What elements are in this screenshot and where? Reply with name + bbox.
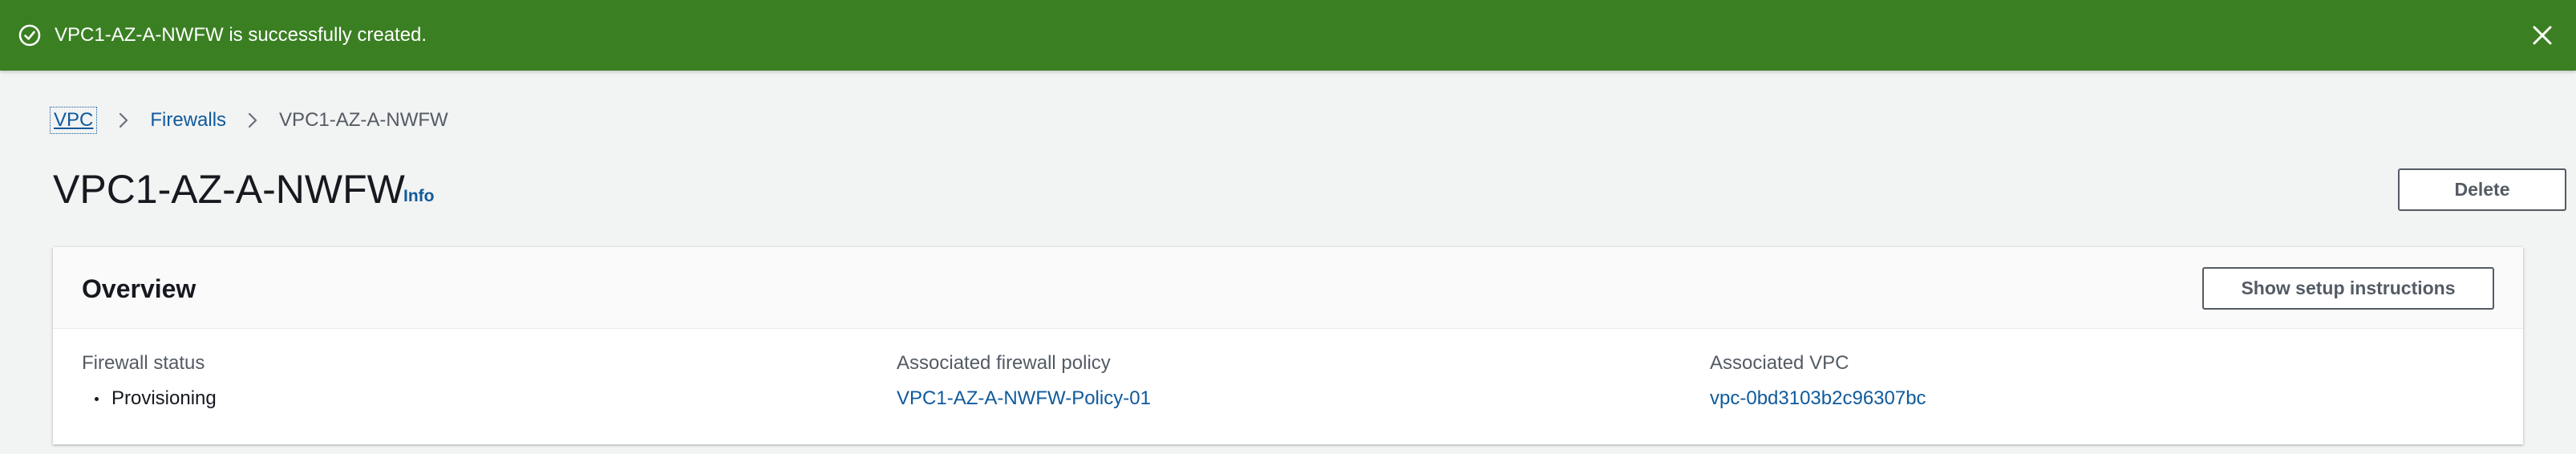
check-circle-icon — [18, 24, 41, 47]
close-icon[interactable] — [2529, 22, 2556, 49]
success-banner: VPC1-AZ-A-NWFW is successfully created. — [0, 0, 2576, 71]
overview-panel-header: Overview Show setup instructions — [53, 247, 2523, 329]
chevron-right-icon — [119, 112, 128, 128]
breadcrumb-current: VPC1-AZ-A-NWFW — [279, 109, 448, 131]
firewall-status-label: Firewall status — [82, 352, 205, 374]
associated-vpc-label: Associated VPC — [1710, 352, 1849, 374]
status-bullet-icon — [95, 396, 99, 401]
firewall-status-column: Firewall status Provisioning — [82, 351, 217, 411]
firewall-status-text: Provisioning — [111, 387, 217, 409]
associated-vpc-value: vpc-0bd3103b2c96307bc — [1710, 387, 1926, 411]
firewall-policy-label: Associated firewall policy — [897, 352, 1111, 374]
associated-vpc-column: Associated VPC vpc-0bd3103b2c96307bc — [1710, 351, 1926, 411]
chevron-right-icon — [248, 112, 257, 128]
info-link[interactable]: Info — [403, 187, 434, 206]
firewall-policy-link[interactable]: VPC1-AZ-A-NWFW-Policy-01 — [897, 387, 1151, 409]
firewall-status-value: Provisioning — [82, 387, 217, 411]
firewall-policy-column: Associated firewall policy VPC1-AZ-A-NWF… — [897, 351, 1151, 411]
breadcrumb-firewalls-link[interactable]: Firewalls — [150, 109, 226, 132]
overview-title: Overview — [82, 274, 196, 303]
firewall-policy-value: VPC1-AZ-A-NWFW-Policy-01 — [897, 387, 1151, 411]
associated-vpc-link[interactable]: vpc-0bd3103b2c96307bc — [1710, 387, 1926, 409]
banner-message: VPC1-AZ-A-NWFW is successfully created. — [55, 24, 427, 46]
delete-button[interactable]: Delete — [2398, 168, 2566, 211]
breadcrumb-vpc-link[interactable]: VPC — [50, 107, 98, 134]
overview-panel: Overview Show setup instructions Firewal… — [53, 247, 2523, 444]
page-title: VPC1-AZ-A-NWFW — [53, 167, 405, 212]
show-setup-instructions-button[interactable]: Show setup instructions — [2202, 267, 2494, 310]
breadcrumb: VPC Firewalls VPC1-AZ-A-NWFW — [50, 104, 448, 136]
